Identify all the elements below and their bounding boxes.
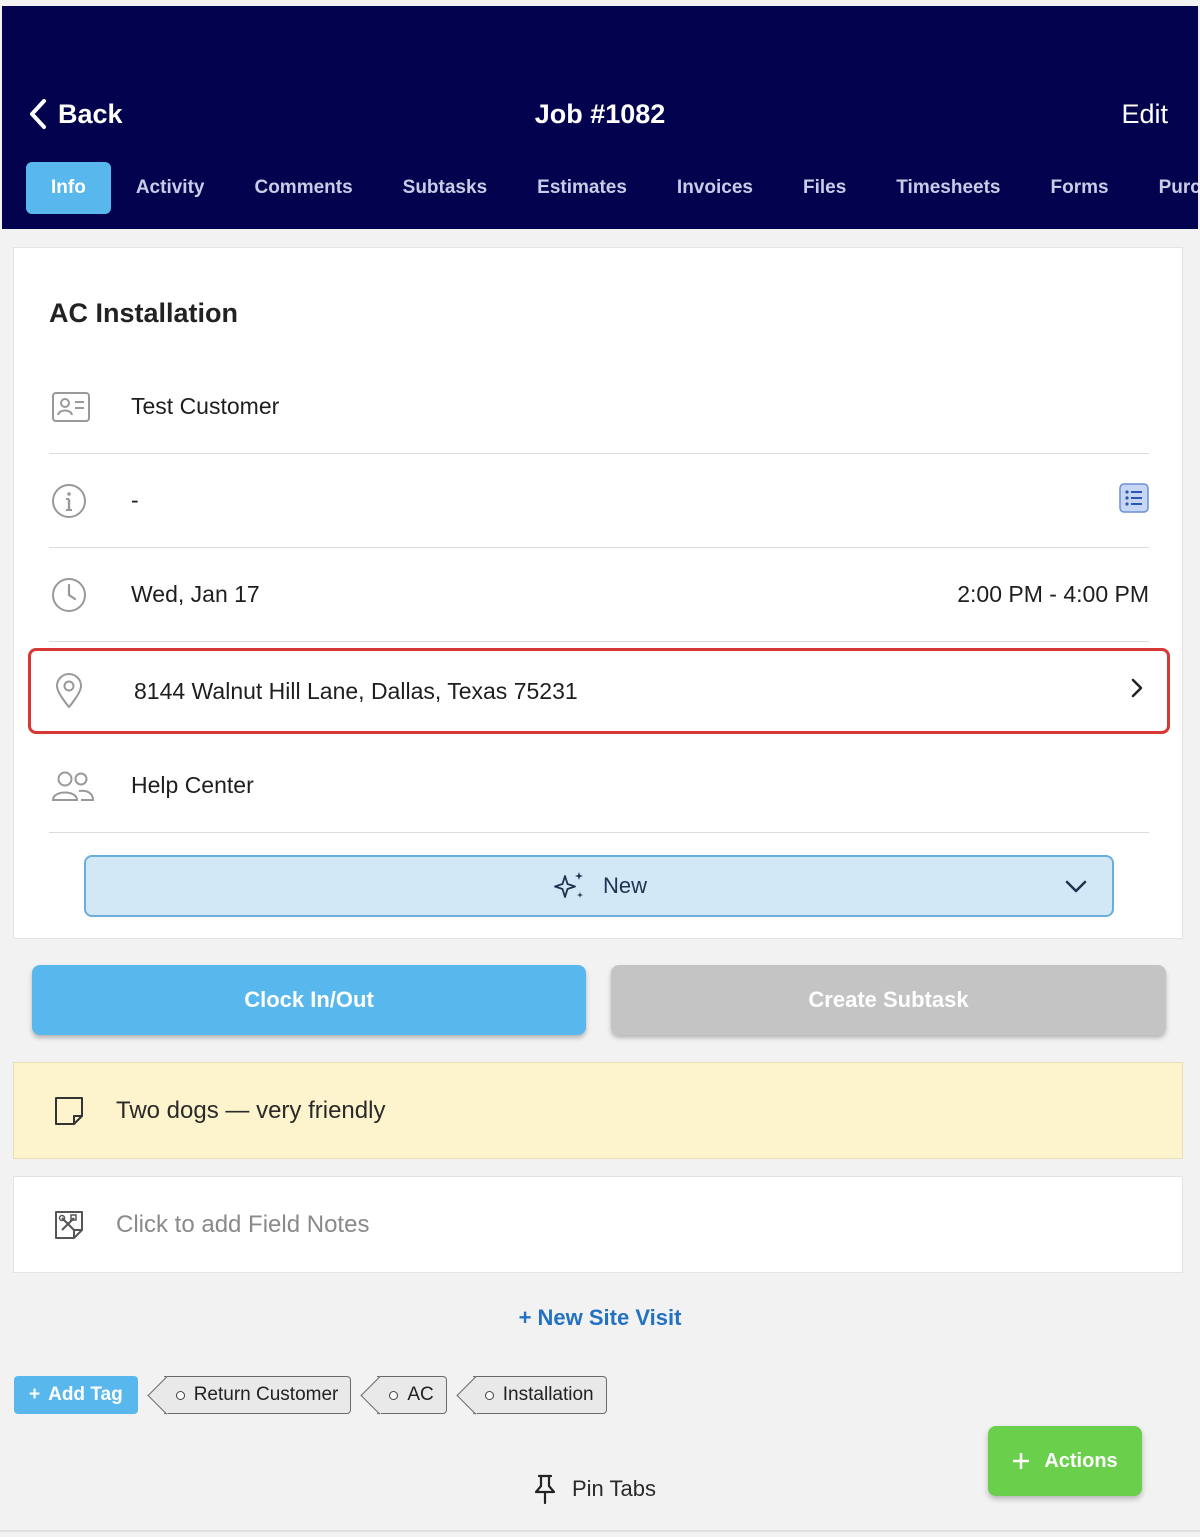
map-pin-icon	[55, 673, 83, 709]
job-info-card: AC Installation Test Customer - Wed, Jan…	[13, 247, 1183, 939]
tag-hole-icon	[175, 1391, 185, 1400]
tab-activity[interactable]: Activity	[111, 162, 230, 214]
address-row[interactable]: 8144 Walnut Hill Lane, Dallas, Texas 752…	[28, 648, 1170, 734]
pin-icon	[534, 1474, 556, 1505]
field-notes-placeholder: Click to add Field Notes	[116, 1210, 370, 1238]
tag-chip[interactable]: AC	[377, 1376, 447, 1414]
tag-label: AC	[407, 1384, 434, 1405]
sticky-note-icon	[55, 1096, 83, 1125]
schedule-date: Wed, Jan 17	[131, 581, 260, 607]
plus-icon	[1013, 1453, 1030, 1469]
note-text: Two dogs — very friendly	[116, 1096, 386, 1124]
add-tag-button[interactable]: + Add Tag	[14, 1376, 138, 1414]
bottom-divider	[0, 1530, 1200, 1532]
actions-button[interactable]: Actions	[988, 1426, 1142, 1496]
clock-icon	[52, 577, 86, 612]
chevron-right-icon	[1131, 678, 1143, 698]
plus-icon: +	[29, 1384, 41, 1405]
status-dropdown[interactable]: New	[84, 855, 1114, 917]
address-text: 8144 Walnut Hill Lane, Dallas, Texas 752…	[134, 677, 578, 704]
job-title: AC Installation	[49, 298, 239, 328]
pin-tabs-label: Pin Tabs	[572, 1476, 656, 1501]
status-value: New	[602, 873, 647, 898]
customer-name: Test Customer	[131, 393, 280, 419]
tag-chip[interactable]: Installation	[472, 1376, 607, 1414]
clock-in-out-button[interactable]: Clock In/Out	[32, 965, 586, 1035]
tag-hole-icon	[389, 1391, 399, 1400]
app-header: Back Job #1082 Edit Info Activity Commen…	[2, 6, 1198, 229]
add-tag-label: Add Tag	[48, 1384, 123, 1405]
list-icon	[1119, 482, 1149, 513]
tab-bar: Info Activity Comments Subtasks Estimate…	[26, 162, 1198, 214]
edit-button[interactable]: Edit	[1121, 94, 1168, 134]
tab-files[interactable]: Files	[778, 162, 871, 214]
tab-purchases[interactable]: Purch	[1134, 162, 1198, 214]
info-icon	[52, 483, 86, 518]
tag-list: + Add Tag Return Customer AC Installatio…	[14, 1376, 607, 1414]
assignee-name: Help Center	[131, 772, 254, 798]
customer-note[interactable]: Two dogs — very friendly	[13, 1062, 1183, 1159]
customer-row[interactable]: Test Customer	[49, 360, 1149, 454]
tab-comments[interactable]: Comments	[229, 162, 377, 214]
tab-estimates[interactable]: Estimates	[512, 162, 652, 214]
tag-chip[interactable]: Return Customer	[163, 1376, 352, 1414]
pin-tabs-button[interactable]: Pin Tabs	[532, 1470, 656, 1508]
users-icon	[51, 771, 95, 801]
tag-hole-icon	[484, 1391, 494, 1400]
create-subtask-button[interactable]: Create Subtask	[611, 965, 1166, 1035]
assignee-row[interactable]: Help Center	[49, 739, 1149, 833]
tab-timesheets[interactable]: Timesheets	[871, 162, 1025, 214]
contact-card-icon	[52, 391, 90, 422]
schedule-time: 2:00 PM - 4:00 PM	[957, 581, 1149, 607]
field-notes-input[interactable]: Click to add Field Notes	[13, 1176, 1183, 1273]
tab-invoices[interactable]: Invoices	[652, 162, 778, 214]
tag-label: Installation	[502, 1384, 594, 1405]
page-title: Job #1082	[534, 99, 666, 129]
actions-label: Actions	[1044, 1449, 1118, 1472]
new-site-visit-link[interactable]: + New Site Visit	[0, 1305, 1200, 1331]
tab-subtasks[interactable]: Subtasks	[378, 162, 512, 214]
schedule-row[interactable]: Wed, Jan 17 2:00 PM - 4:00 PM	[49, 548, 1149, 642]
sparkle-icon	[554, 872, 583, 898]
tag-label: Return Customer	[193, 1384, 339, 1405]
tab-forms[interactable]: Forms	[1025, 162, 1133, 214]
tools-note-icon	[55, 1210, 83, 1239]
chevron-down-icon	[1065, 880, 1087, 893]
tab-info[interactable]: Info	[26, 162, 111, 214]
details-list-button[interactable]	[1119, 482, 1149, 519]
description-row: -	[49, 454, 1149, 548]
description-text: -	[131, 487, 139, 513]
